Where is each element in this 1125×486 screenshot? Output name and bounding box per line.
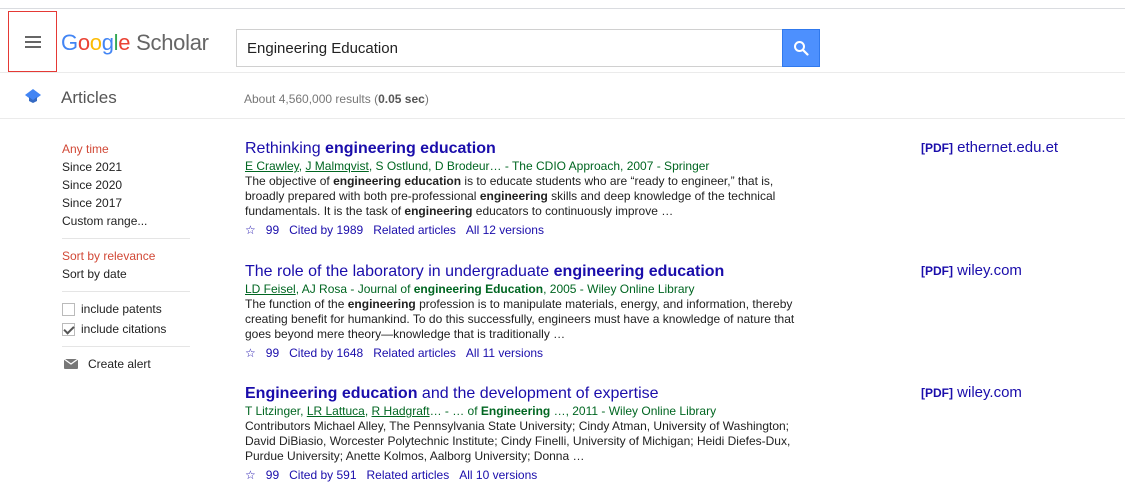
result-snippet: Contributors Michael Alley, The Pennsylv… (245, 419, 791, 463)
result-actions: ☆ 99 Cited by 591 Related articles All 1… (245, 466, 805, 484)
include-citations-checkbox[interactable] (62, 322, 75, 336)
result-actions: ☆ 99 Cited by 1648 Related articles All … (245, 344, 805, 362)
sidebar-divider (62, 346, 190, 347)
search-result: The role of the laboratory in undergradu… (245, 262, 805, 362)
scholar-cap-icon (25, 89, 41, 103)
include-patents-checkbox[interactable] (62, 302, 75, 316)
related-articles-link[interactable]: Related articles (373, 221, 456, 239)
filter-custom-range[interactable]: Custom range... (62, 212, 190, 230)
include-citations-option[interactable]: include citations (62, 320, 190, 338)
menu-button[interactable] (8, 11, 57, 72)
create-alert-label: Create alert (88, 357, 151, 371)
pdf-link[interactable]: [PDF] wiley.com (921, 384, 1022, 401)
author-link[interactable]: R Hadgraft (372, 404, 430, 418)
cited-by-link[interactable]: Cited by 1989 (289, 221, 363, 239)
include-citations-label: include citations (81, 322, 167, 336)
result-snippet: The objective of engineering education i… (245, 174, 776, 218)
filter-since-2021[interactable]: Since 2021 (62, 158, 190, 176)
result-title-link[interactable]: Rethinking engineering education (245, 139, 805, 159)
filter-since-2020[interactable]: Since 2020 (62, 176, 190, 194)
search-result: Engineering education and the developmen… (245, 384, 805, 484)
quote-icon[interactable]: 99 (266, 466, 279, 484)
result-actions: ☆ 99 Cited by 1989 Related articles All … (245, 221, 805, 239)
quote-icon[interactable]: 99 (266, 221, 279, 239)
sidebar-divider (62, 238, 190, 239)
filter-any-time[interactable]: Any time (62, 140, 190, 158)
header-divider (0, 72, 1125, 73)
all-versions-link[interactable]: All 12 versions (466, 221, 544, 239)
subheader-divider (0, 118, 1125, 119)
search-button[interactable] (782, 29, 820, 67)
star-icon[interactable]: ☆ (245, 466, 256, 484)
result-title-link[interactable]: Engineering education and the developmen… (245, 384, 805, 404)
result-authors: LD Feisel, AJ Rosa - Journal of engineer… (245, 282, 695, 296)
related-articles-link[interactable]: Related articles (373, 344, 456, 362)
author-link[interactable]: LR Lattuca (307, 404, 365, 418)
related-articles-link[interactable]: Related articles (367, 466, 450, 484)
quote-icon[interactable]: 99 (266, 344, 279, 362)
sidebar-divider (62, 291, 190, 292)
pdf-link[interactable]: [PDF] wiley.com (921, 262, 1022, 279)
envelope-icon (64, 359, 78, 369)
star-icon[interactable]: ☆ (245, 344, 256, 362)
cited-by-link[interactable]: Cited by 1648 (289, 344, 363, 362)
cited-by-link[interactable]: Cited by 591 (289, 466, 356, 484)
all-versions-link[interactable]: All 10 versions (459, 466, 537, 484)
author-link[interactable]: J Malmqvist (305, 159, 368, 173)
sort-by-date[interactable]: Sort by date (62, 265, 190, 283)
pdf-link[interactable]: [PDF] ethernet.edu.et (921, 139, 1058, 156)
top-divider (0, 8, 1125, 9)
result-snippet: The function of the engineering professi… (245, 297, 795, 341)
search-input[interactable]: Engineering Education (236, 29, 782, 67)
author-link[interactable]: LD Feisel (245, 282, 296, 296)
include-patents-label: include patents (81, 302, 162, 316)
filter-since-2017[interactable]: Since 2017 (62, 194, 190, 212)
result-title-link[interactable]: The role of the laboratory in undergradu… (245, 262, 805, 282)
results-count: About 4,560,000 results (0.05 sec) (244, 92, 429, 106)
google-scholar-logo[interactable]: Google Scholar (61, 30, 209, 56)
search-query: Engineering Education (247, 39, 398, 57)
section-label-articles[interactable]: Articles (61, 88, 117, 108)
star-icon[interactable]: ☆ (245, 221, 256, 239)
create-alert-button[interactable]: Create alert (64, 355, 190, 373)
search-result: Rethinking engineering education E Crawl… (245, 139, 805, 239)
hamburger-icon (24, 35, 41, 48)
result-authors: E Crawley, J Malmqvist, S Ostlund, D Bro… (245, 159, 710, 173)
all-versions-link[interactable]: All 11 versions (466, 344, 543, 362)
search-icon (794, 41, 809, 56)
author-link[interactable]: E Crawley (245, 159, 299, 173)
include-patents-option[interactable]: include patents (62, 300, 190, 318)
filter-sidebar: Any time Since 2021 Since 2020 Since 201… (62, 140, 190, 373)
result-authors: T Litzinger, LR Lattuca, R Hadgraft… - …… (245, 404, 717, 418)
sort-by-relevance[interactable]: Sort by relevance (62, 247, 190, 265)
